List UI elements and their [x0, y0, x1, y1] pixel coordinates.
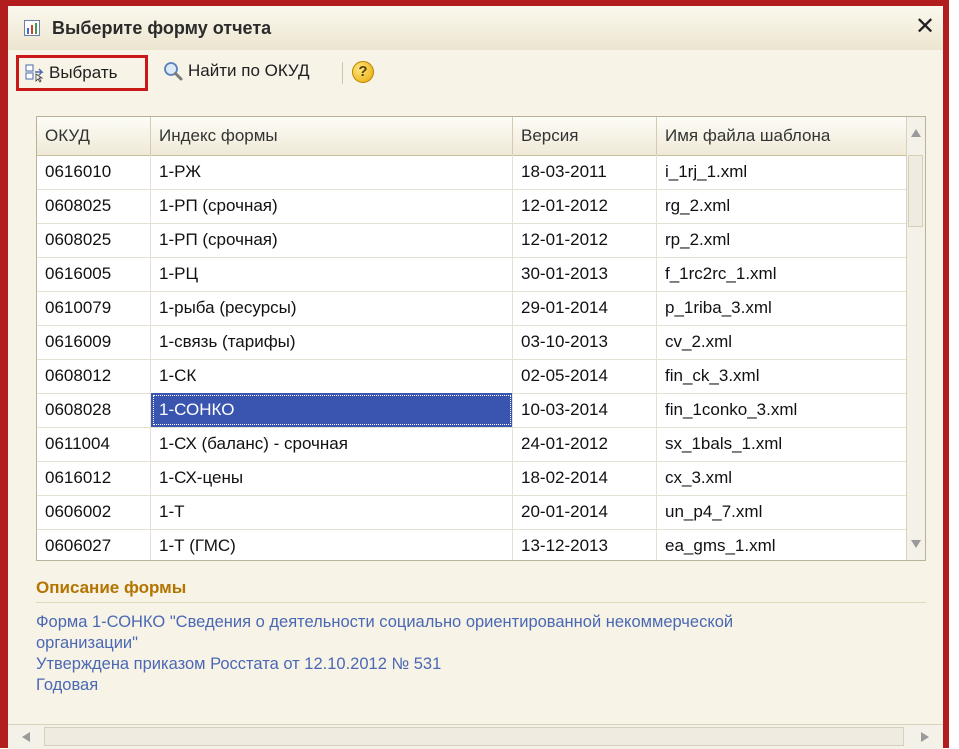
cell-okud[interactable]: 0616012 [37, 461, 151, 495]
description-line: Форма 1-СОНКО "Сведения о деятельности с… [36, 613, 734, 631]
cell-template-file[interactable]: sx_1bals_1.xml [657, 427, 907, 461]
horizontal-scrollbar[interactable] [8, 724, 943, 749]
scroll-down-icon[interactable] [911, 540, 921, 548]
table-row[interactable]: 0606002 1-Т 20-01-2014 un_p4_7.xml [37, 495, 907, 530]
cell-template-file[interactable]: i_1rj_1.xml [657, 155, 907, 189]
cell-okud[interactable]: 0616009 [37, 325, 151, 359]
cell-version[interactable]: 18-03-2011 [513, 155, 657, 189]
cell-template-file[interactable]: ea_gms_1.xml [657, 529, 907, 560]
cell-okud[interactable]: 0616005 [37, 257, 151, 291]
dialog-title: Выберите форму отчета [52, 18, 272, 38]
cell-form-index[interactable]: 1-РП (срочная) [151, 223, 513, 257]
cell-form-index[interactable]: 1-РЦ [151, 257, 513, 291]
scroll-left-icon[interactable] [22, 732, 30, 742]
cell-form-index[interactable]: 1-СХ (баланс) - срочная [151, 427, 513, 461]
cell-template-file[interactable]: cv_2.xml [657, 325, 907, 359]
cell-form-index[interactable]: 1-РЖ [151, 155, 513, 189]
cell-form-index[interactable]: 1-СК [151, 359, 513, 393]
cell-form-index[interactable]: 1-Т [151, 495, 513, 529]
cell-version[interactable]: 02-05-2014 [513, 359, 657, 393]
cell-version[interactable]: 20-01-2014 [513, 495, 657, 529]
cell-okud[interactable]: 0610079 [37, 291, 151, 325]
cell-okud[interactable]: 0608025 [37, 189, 151, 223]
find-button-label: Найти по ОКУД [188, 61, 310, 80]
select-form-icon [25, 64, 44, 83]
cell-version[interactable]: 03-10-2013 [513, 325, 657, 359]
cell-form-index[interactable]: 1-СОНКО [151, 393, 513, 427]
cell-version[interactable]: 12-01-2012 [513, 223, 657, 257]
cell-form-index[interactable]: 1-связь (тарифы) [151, 325, 513, 359]
close-icon[interactable]: ✕ [913, 14, 937, 40]
cell-form-index[interactable]: 1-рыба (ресурсы) [151, 291, 513, 325]
cell-form-index[interactable]: 1-РП (срочная) [151, 189, 513, 223]
cell-template-file[interactable]: un_p4_7.xml [657, 495, 907, 529]
cell-okud[interactable]: 0608012 [37, 359, 151, 393]
cell-version[interactable]: 10-03-2014 [513, 393, 657, 427]
table-row[interactable]: 0616009 1-связь (тарифы) 03-10-2013 cv_2.xm… [37, 325, 907, 360]
cell-version[interactable]: 24-01-2012 [513, 427, 657, 461]
cell-template-file[interactable]: p_1riba_3.xml [657, 291, 907, 325]
scroll-right-icon[interactable] [921, 732, 929, 742]
cell-version[interactable]: 30-01-2013 [513, 257, 657, 291]
cell-version[interactable]: 13-12-2013 [513, 529, 657, 560]
scroll-up-icon[interactable] [911, 129, 921, 137]
table-row[interactable]: 0610079 1-рыба (ресурсы) 29-01-2014 p_1riba… [37, 291, 907, 326]
table-row[interactable]: 0608012 1-СК 02-05-2014 fin_ck_3.xml [37, 359, 907, 394]
cell-template-file[interactable]: rg_2.xml [657, 189, 907, 223]
forms-table[interactable]: ОКУД Индекс формы Версия Имя файла шабло… [36, 116, 926, 561]
magnifier-icon [164, 62, 183, 81]
cell-okud[interactable]: 0608025 [37, 223, 151, 257]
help-icon[interactable]: ? [352, 61, 374, 83]
table-header: ОКУД Индекс формы Версия Имя файла шабло… [37, 117, 925, 156]
find-by-okud-button[interactable]: Найти по ОКУД [162, 56, 309, 86]
scroll-thumb[interactable] [908, 155, 923, 227]
cell-template-file[interactable]: rp_2.xml [657, 223, 907, 257]
title-bar: Выберите форму отчета ✕ [8, 6, 943, 51]
select-button[interactable]: Выбрать [16, 55, 148, 91]
cell-template-file[interactable]: fin_ck_3.xml [657, 359, 907, 393]
cell-version[interactable]: 12-01-2012 [513, 189, 657, 223]
table-row[interactable]: 0616012 1-СХ-цены 18-02-2014 cx_3.xml [37, 461, 907, 496]
table-row[interactable]: 0616010 1-РЖ 18-03-2011 i_1rj_1.xml [37, 155, 907, 190]
toolbar: Выбрать Найти по ОКУД ? [8, 50, 943, 94]
cell-okud[interactable]: 0611004 [37, 427, 151, 461]
vertical-scrollbar[interactable] [906, 117, 925, 560]
horizontal-scroll-thumb[interactable] [44, 727, 904, 746]
cell-okud[interactable]: 0608028 [37, 393, 151, 427]
description-title: Описание формы [36, 578, 187, 597]
description-text: Форма 1-СОНКО "Сведения о деятельности с… [36, 612, 916, 696]
table-row[interactable]: 0608028 1-СОНКО 10-03-2014 fin_1conko_3.xml [37, 393, 907, 428]
description-line: Утверждена приказом Росстата от 12.10.20… [36, 655, 442, 673]
cell-okud[interactable]: 0606002 [37, 495, 151, 529]
cell-form-index[interactable]: 1-СХ-цены [151, 461, 513, 495]
table-row[interactable]: 0608025 1-РП (срочная) 12-01-2012 rp_2.xml [37, 223, 907, 258]
table-row[interactable]: 0616005 1-РЦ 30-01-2013 f_1rc2rc_1.xml [37, 257, 907, 292]
toolbar-separator [342, 62, 343, 84]
table-row[interactable]: 0611004 1-СХ (баланс) - срочная 24-01-2012… [37, 427, 907, 462]
cell-template-file[interactable]: f_1rc2rc_1.xml [657, 257, 907, 291]
column-header-okud[interactable]: ОКУД [37, 117, 151, 155]
description-line: Годовая [36, 676, 99, 694]
cell-okud[interactable]: 0616010 [37, 155, 151, 189]
cell-form-index[interactable]: 1-Т (ГМС) [151, 529, 513, 560]
column-header-version[interactable]: Версия [513, 117, 657, 155]
table-row[interactable]: 0608025 1-РП (срочная) 12-01-2012 rg_2.xml [37, 189, 907, 224]
select-button-label: Выбрать [49, 63, 118, 82]
cell-okud[interactable]: 0606027 [37, 529, 151, 560]
column-header-form-index[interactable]: Индекс формы [151, 117, 513, 155]
cell-template-file[interactable]: fin_1conko_3.xml [657, 393, 907, 427]
description-line: организации" [36, 634, 138, 652]
report-form-dialog: Выберите форму отчета ✕ Выбрать Найти по… [8, 6, 943, 749]
cell-version[interactable]: 18-02-2014 [513, 461, 657, 495]
cell-template-file[interactable]: cx_3.xml [657, 461, 907, 495]
description-divider [36, 602, 926, 603]
cell-version[interactable]: 29-01-2014 [513, 291, 657, 325]
report-form-icon [24, 20, 40, 36]
table-row[interactable]: 0606027 1-Т (ГМС) 13-12-2013 ea_gms_1.xml [37, 529, 907, 560]
column-header-template-file[interactable]: Имя файла шаблона [657, 117, 907, 155]
